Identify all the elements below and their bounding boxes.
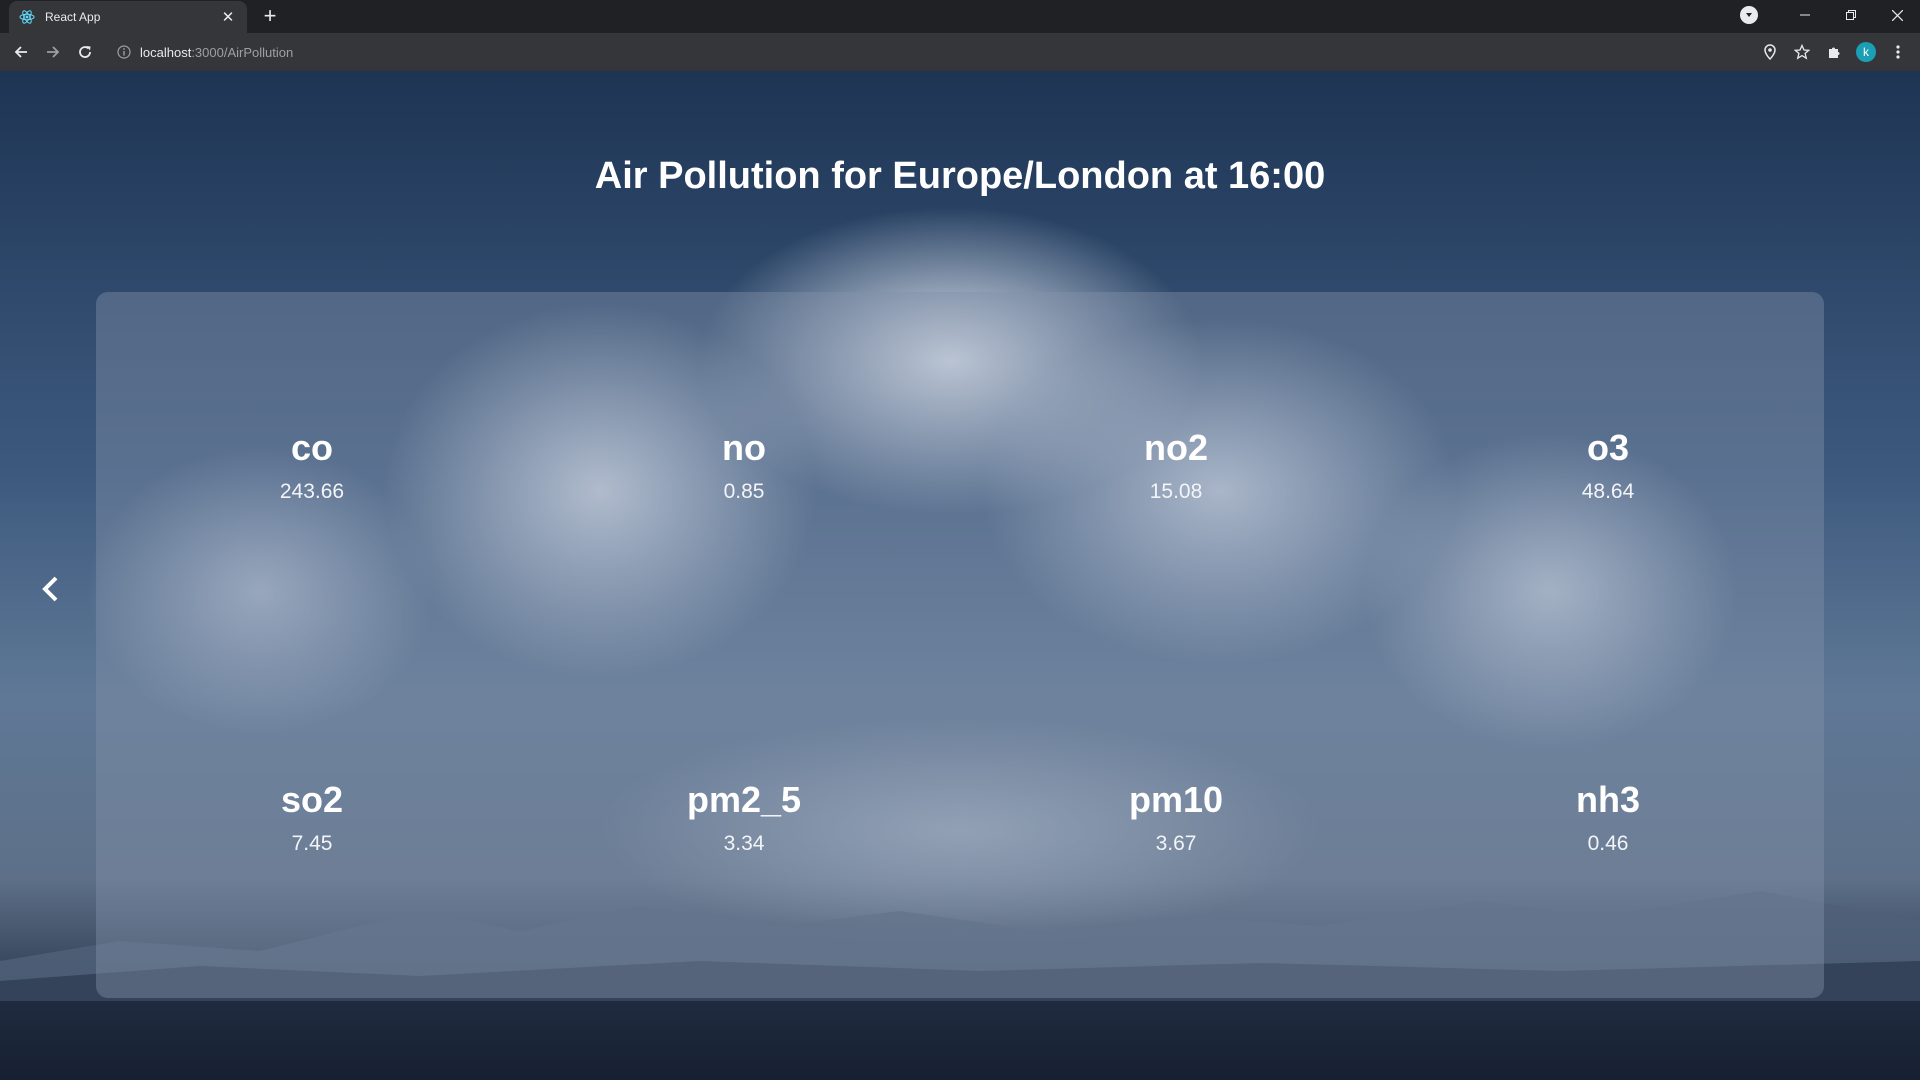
metric-value: 0.85: [723, 480, 765, 503]
metric-value: 243.66: [279, 480, 345, 503]
tab-title: React App: [45, 10, 101, 24]
url-host: localhost: [140, 44, 192, 60]
address-bar[interactable]: localhost:3000/AirPollution: [110, 38, 1750, 66]
metric-value: 3.34: [723, 832, 765, 855]
metric-so2: so2 7.45: [162, 780, 462, 856]
browser-tab[interactable]: React App ✕: [9, 1, 247, 33]
puzzle-icon[interactable]: [1818, 38, 1850, 66]
window-controls: [1740, 0, 1920, 30]
metric-name: no2: [1143, 427, 1208, 468]
close-window-button[interactable]: [1874, 0, 1920, 30]
location-pin-icon[interactable]: [1754, 38, 1786, 66]
plus-icon: +: [263, 3, 277, 28]
metric-value: 15.08: [1149, 480, 1203, 503]
info-icon[interactable]: [116, 44, 132, 60]
metric-name: co: [290, 427, 333, 468]
metric-name: nh3: [1575, 779, 1640, 820]
minimize-button[interactable]: [1782, 0, 1828, 30]
metric-value: 3.67: [1155, 832, 1197, 855]
star-icon[interactable]: [1786, 38, 1818, 66]
metric-no2: no2 15.08: [1026, 428, 1326, 504]
browser-tabstrip: React App ✕ +: [0, 0, 1920, 33]
metric-value: 0.46: [1587, 832, 1629, 855]
url-path: :3000/AirPollution: [191, 44, 294, 60]
browser-toolbar: localhost:3000/AirPollution k: [0, 33, 1920, 71]
page-viewport: Air Pollution for Europe/London at 16:00…: [0, 71, 1920, 1080]
restore-button[interactable]: [1828, 0, 1874, 30]
avatar: k: [1856, 42, 1876, 62]
new-tab-button[interactable]: +: [258, 5, 282, 29]
metric-name: pm10: [1128, 779, 1224, 820]
reload-icon: [79, 46, 91, 58]
close-icon[interactable]: ✕: [219, 8, 237, 26]
reload-button[interactable]: [72, 39, 98, 65]
metric-value: 48.64: [1581, 480, 1635, 503]
profile-button[interactable]: k: [1850, 38, 1882, 66]
metric-value: 7.45: [291, 832, 333, 855]
kebab-menu-icon[interactable]: [1882, 38, 1914, 66]
metric-o3: o3 48.64: [1458, 428, 1758, 504]
metric-pm2_5: pm2_5 3.34: [594, 780, 894, 856]
water-background: [0, 1001, 1920, 1080]
carousel-prev-button[interactable]: [36, 571, 64, 607]
metric-name: no: [722, 427, 766, 468]
forward-button[interactable]: [40, 39, 66, 65]
chevron-left-icon: [42, 576, 58, 602]
metric-pm10: pm10 3.67: [1026, 780, 1326, 856]
metric-name: o3: [1586, 427, 1629, 468]
page-title: Air Pollution for Europe/London at 16:00: [594, 155, 1326, 197]
metric-no: no 0.85: [594, 428, 894, 504]
pollution-card: co 243.66 no 0.85 no2 15.08 o3 48.64 so2…: [96, 292, 1824, 998]
back-button[interactable]: [8, 39, 34, 65]
toolbar-actions: k: [1754, 38, 1914, 66]
metric-name: pm2_5: [686, 779, 802, 820]
arrow-left-icon: [14, 46, 27, 58]
media-download-icon[interactable]: [1740, 6, 1758, 24]
metric-nh3: nh3 0.46: [1458, 780, 1758, 856]
react-logo-icon: [19, 9, 35, 25]
metric-name: so2: [280, 779, 344, 820]
arrow-right-icon: [47, 46, 60, 58]
metric-co: co 243.66: [162, 428, 462, 504]
